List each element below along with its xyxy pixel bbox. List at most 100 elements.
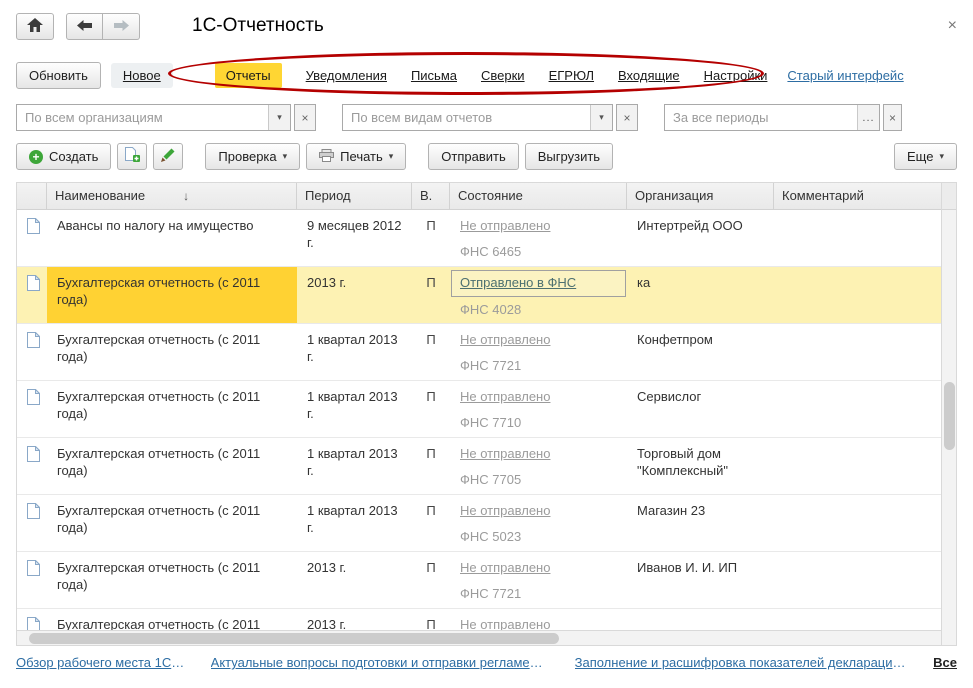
clear-filter-icon[interactable]: ×	[294, 104, 316, 131]
status-link[interactable]: Не отправлено	[460, 560, 550, 575]
table-body: Авансы по налогу на имущество 9 месяцев …	[17, 210, 941, 630]
report-v: П	[412, 609, 450, 630]
vertical-scrollbar[interactable]	[941, 183, 956, 645]
tab-reports[interactable]: Отчеты	[215, 63, 282, 88]
table-row-partial[interactable]: Бухгалтерская отчетность (с 2011 года) 2…	[17, 609, 941, 630]
status-code: ФНС 6465	[460, 244, 617, 261]
new-button[interactable]: Новое	[111, 63, 173, 88]
organizations-filter: ▾ ×	[16, 104, 316, 131]
report-period: 9 месяцев 2012 г.	[297, 210, 412, 266]
report-comment	[774, 609, 941, 630]
tab-settings[interactable]: Настройки	[704, 68, 768, 83]
column-header-comment[interactable]: Комментарий	[774, 183, 941, 209]
horizontal-scrollbar-thumb[interactable]	[29, 633, 559, 644]
column-header-period[interactable]: Период	[297, 183, 412, 209]
periods-filter: ... ×	[664, 104, 902, 131]
refresh-button[interactable]: Обновить	[16, 62, 101, 89]
status-link[interactable]: Отправлено в ФНС	[460, 275, 576, 290]
report-organization: Конфетпром	[627, 324, 774, 380]
report-name: Бухгалтерская отчетность (с 2011 года)	[47, 609, 297, 630]
reports-table: Наименование ↓ Период В. Состояние Орган…	[16, 182, 957, 646]
report-name: Бухгалтерская отчетность (с 2011 года)	[47, 552, 297, 608]
report-name: Бухгалтерская отчетность (с 2011 года)	[47, 324, 297, 380]
footer-links: Обзор рабочего места 1С-... Актуальные в…	[0, 655, 973, 670]
edit-button[interactable]	[153, 143, 183, 170]
report-comment	[774, 495, 941, 551]
tab-egrul[interactable]: ЕГРЮЛ	[549, 68, 594, 83]
report-status: Отправлено в ФНС ФНС 4028	[450, 267, 627, 323]
status-link[interactable]: Не отправлено	[460, 389, 550, 404]
home-icon	[27, 18, 43, 35]
pencil-icon	[161, 148, 175, 165]
report-comment	[774, 438, 941, 494]
report-organization: ка	[627, 267, 774, 323]
close-icon[interactable]: ×	[948, 18, 957, 34]
report-document-icon	[17, 381, 47, 437]
report-status: Не отправлено ФНС 7721	[450, 552, 627, 608]
report-organization	[627, 609, 774, 630]
column-header-organization[interactable]: Организация	[627, 183, 774, 209]
footer-link-overview[interactable]: Обзор рабочего места 1С-...	[16, 655, 185, 670]
status-link[interactable]: Не отправлено	[460, 218, 550, 233]
chevron-down-icon[interactable]: ▾	[590, 105, 612, 130]
check-button[interactable]: Проверка ▾	[205, 143, 300, 170]
report-name: Бухгалтерская отчетность (с 2011 года)	[47, 267, 297, 323]
tab-notifications[interactable]: Уведомления	[306, 68, 387, 83]
table-row[interactable]: Авансы по налогу на имущество 9 месяцев …	[17, 210, 941, 267]
report-name: Авансы по налогу на имущество	[47, 210, 297, 266]
status-link[interactable]: Не отправлено	[460, 617, 550, 630]
status-code: ФНС 7710	[460, 415, 617, 432]
old-interface-link[interactable]: Старый интерфейс	[787, 68, 903, 83]
column-header-v[interactable]: В.	[412, 183, 450, 209]
tab-reconciliations[interactable]: Сверки	[481, 68, 525, 83]
home-button[interactable]	[16, 13, 54, 40]
table-row[interactable]: Бухгалтерская отчетность (с 2011 года) 1…	[17, 438, 941, 495]
footer-link-filling[interactable]: Заполнение и расшифровка показателей дек…	[575, 655, 908, 670]
clear-filter-icon[interactable]: ×	[616, 104, 638, 131]
report-period: 2013 г.	[297, 267, 412, 323]
status-code: ФНС 4028	[460, 302, 617, 319]
report-comment	[774, 267, 941, 323]
check-button-label: Проверка	[218, 149, 276, 164]
titlebar: 1С-Отчетность ×	[0, 0, 973, 40]
table-row[interactable]: Бухгалтерская отчетность (с 2011 года) 1…	[17, 381, 941, 438]
status-link[interactable]: Не отправлено	[460, 446, 550, 461]
organizations-filter-input[interactable]	[17, 105, 268, 130]
footer-link-all[interactable]: Все	[933, 655, 957, 670]
copy-button[interactable]	[117, 143, 147, 170]
print-button[interactable]: Печать ▾	[306, 143, 406, 170]
report-document-icon	[17, 609, 47, 630]
status-code: ФНС 7705	[460, 472, 617, 489]
forward-button[interactable]	[103, 13, 140, 40]
report-types-filter-input[interactable]	[343, 105, 590, 130]
table-row[interactable]: Бухгалтерская отчетность (с 2011 года) 1…	[17, 495, 941, 552]
status-code: ФНС 5023	[460, 529, 617, 546]
report-v: П	[412, 552, 450, 608]
ellipsis-icon[interactable]: ...	[857, 105, 879, 130]
report-v: П	[412, 267, 450, 323]
chevron-down-icon: ▾	[283, 151, 288, 162]
report-status: Не отправлено	[450, 609, 627, 630]
vertical-scrollbar-thumb[interactable]	[944, 382, 955, 450]
clear-filter-icon[interactable]: ×	[883, 104, 902, 131]
status-link[interactable]: Не отправлено	[460, 503, 550, 518]
table-row-selected[interactable]: Бухгалтерская отчетность (с 2011 года) 2…	[17, 267, 941, 324]
column-header-name[interactable]: Наименование ↓	[47, 183, 297, 209]
report-status: Не отправлено ФНС 7705	[450, 438, 627, 494]
more-button[interactable]: Еще ▾	[894, 143, 957, 170]
tab-incoming[interactable]: Входящие	[618, 68, 680, 83]
table-row[interactable]: Бухгалтерская отчетность (с 2011 года) 2…	[17, 552, 941, 609]
chevron-down-icon[interactable]: ▾	[268, 105, 290, 130]
back-button[interactable]	[66, 13, 103, 40]
status-link[interactable]: Не отправлено	[460, 332, 550, 347]
periods-filter-input[interactable]	[665, 105, 857, 130]
column-header-status[interactable]: Состояние	[450, 183, 627, 209]
export-button[interactable]: Выгрузить	[525, 143, 613, 170]
send-button[interactable]: Отправить	[428, 143, 518, 170]
horizontal-scrollbar[interactable]	[17, 630, 941, 645]
create-button[interactable]: + Создать	[16, 143, 111, 170]
tab-letters[interactable]: Письма	[411, 68, 457, 83]
report-v: П	[412, 210, 450, 266]
footer-link-questions[interactable]: Актуальные вопросы подготовки и отправки…	[211, 655, 549, 670]
table-row[interactable]: Бухгалтерская отчетность (с 2011 года) 1…	[17, 324, 941, 381]
